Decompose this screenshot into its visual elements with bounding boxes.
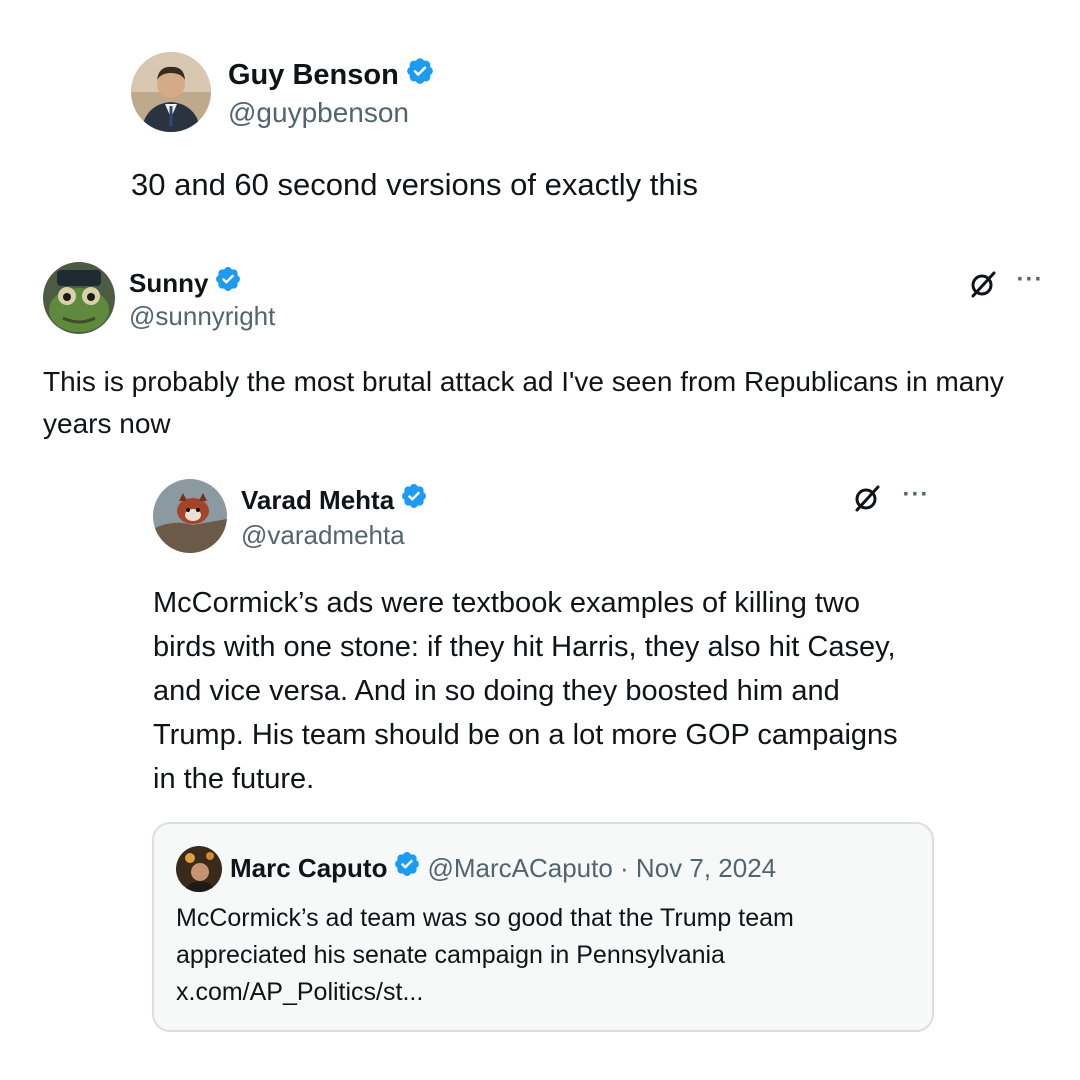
- verified-badge-icon: [214, 265, 242, 300]
- author-name[interactable]: Marc Caputo: [230, 851, 387, 885]
- author-handle[interactable]: @varadmehta: [241, 519, 405, 551]
- post-text: 30 and 60 second versions of exactly thi…: [131, 167, 698, 202]
- quote-link[interactable]: x.com/AP_Politics/st...: [176, 974, 423, 1011]
- post-text: This is probably the most brutal attack …: [43, 366, 1012, 439]
- avatar[interactable]: [43, 262, 115, 334]
- author-name[interactable]: Guy Benson: [228, 58, 399, 92]
- more-icon[interactable]: ···: [1012, 265, 1048, 295]
- avatar[interactable]: [153, 479, 227, 553]
- quote-text: McCormick’s ad team was so good that the…: [176, 904, 801, 969]
- quote-header: Marc Caputo @MarcACaputo · Nov 7, 2024: [230, 850, 776, 886]
- avatar[interactable]: [131, 52, 211, 132]
- author-name[interactable]: Varad Mehta: [241, 484, 394, 516]
- author-name-row: Guy Benson: [228, 56, 435, 94]
- handle-date[interactable]: @MarcACaputo · Nov 7, 2024: [427, 851, 776, 885]
- author-name[interactable]: Sunny: [129, 267, 208, 299]
- verified-badge-icon: [393, 850, 421, 886]
- grok-icon[interactable]: [850, 481, 884, 515]
- grok-icon[interactable]: [966, 267, 1000, 301]
- verified-badge-icon: [400, 482, 428, 517]
- verified-badge-icon: [405, 56, 435, 94]
- author-handle[interactable]: @sunnyright: [129, 300, 275, 332]
- more-icon[interactable]: ···: [898, 480, 934, 510]
- author-name-row: Varad Mehta: [241, 482, 428, 517]
- avatar[interactable]: [176, 846, 222, 892]
- quote-card[interactable]: Marc Caputo @MarcACaputo · Nov 7, 2024 M…: [152, 822, 934, 1032]
- author-name-row: Sunny: [129, 265, 242, 300]
- author-handle[interactable]: @guypbenson: [228, 96, 409, 130]
- post-text: McCormick’s ads were textbook examples o…: [153, 587, 906, 795]
